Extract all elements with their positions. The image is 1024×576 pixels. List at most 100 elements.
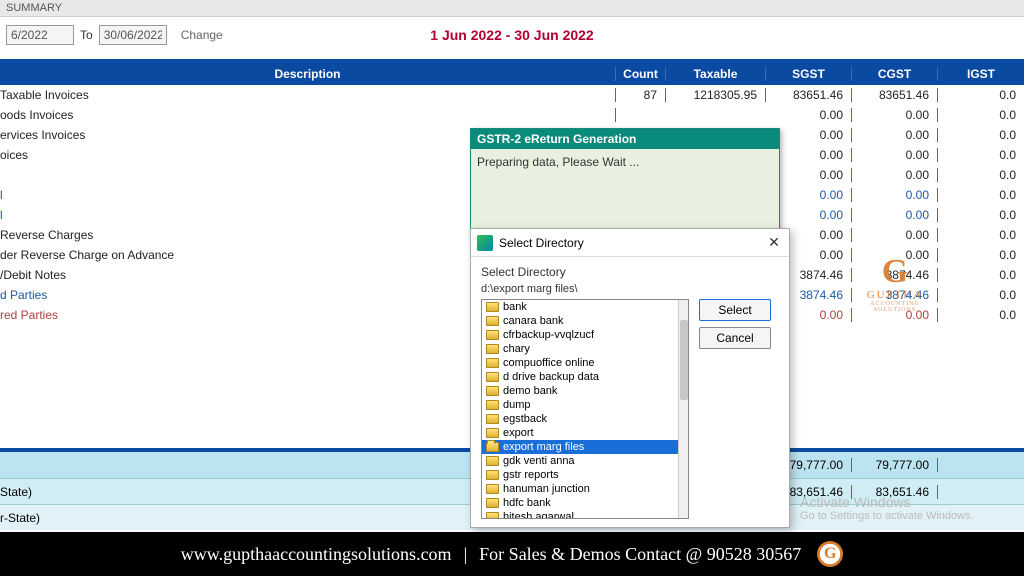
directory-item-label: egstback (503, 413, 547, 425)
select-button[interactable]: Select (699, 299, 771, 321)
directory-item[interactable]: canara bank (482, 314, 678, 328)
cell-cgst: 83651.46 (852, 88, 938, 102)
folder-icon (486, 358, 499, 368)
date-to-input[interactable] (99, 25, 167, 45)
cell-igst: 0.0 (938, 168, 1024, 182)
directory-item[interactable]: export (482, 426, 678, 440)
directory-item-label: hdfc bank (503, 497, 551, 509)
ereturn-popup: GSTR-2 eReturn Generation Preparing data… (470, 128, 780, 240)
cell-cgst: 0.00 (852, 228, 938, 242)
close-icon[interactable]: ✕ (765, 234, 783, 251)
footer-logo-icon: G (817, 541, 843, 567)
cell-cgst: 0.00 (852, 108, 938, 122)
cell-cgst: 0.00 (852, 168, 938, 182)
cell-igst: 0.0 (938, 308, 1024, 322)
scrollbar[interactable] (678, 300, 688, 518)
dialog-label: Select Directory (481, 265, 779, 279)
cell-igst: 0.0 (938, 228, 1024, 242)
cell-desc: oods Invoices (0, 108, 616, 122)
cell-igst: 0.0 (938, 148, 1024, 162)
col-igst: IGST (938, 67, 1024, 81)
directory-item[interactable]: dump (482, 398, 678, 412)
directory-item-label: hanuman junction (503, 483, 590, 495)
cell-igst: 0.0 (938, 88, 1024, 102)
folder-icon (486, 400, 499, 410)
directory-item-label: chary (503, 343, 530, 355)
col-count: Count (616, 67, 666, 81)
dialog-body: Select Directory d:\export marg files\ b… (471, 257, 789, 527)
directory-item[interactable]: chary (482, 342, 678, 356)
directory-item-label: dump (503, 399, 531, 411)
directory-item[interactable]: hitesh agarwal (482, 510, 678, 519)
cell-igst: 0.0 (938, 268, 1024, 282)
directory-item-label: cfrbackup-vvqlzucf (503, 329, 594, 341)
summary-bar: SUMMARY (0, 0, 1024, 17)
directory-item-label: bank (503, 301, 527, 313)
folder-icon (486, 330, 499, 340)
directory-item[interactable]: gdk venti anna (482, 454, 678, 468)
cancel-button[interactable]: Cancel (699, 327, 771, 349)
cell-cgst: 3874.46 (852, 268, 938, 282)
col-description: Description (0, 67, 616, 81)
cell-cgst: 0.00 (852, 188, 938, 202)
cell-igst: 0.0 (938, 288, 1024, 302)
folder-icon (486, 442, 499, 452)
footer-text: For Sales & Demos Contact @ 90528 30567 (479, 544, 801, 565)
directory-item[interactable]: export marg files (482, 440, 678, 454)
col-taxable: Taxable (666, 67, 766, 81)
directory-item[interactable]: d drive backup data (482, 370, 678, 384)
ereturn-body: Preparing data, Please Wait ... (471, 149, 779, 239)
dialog-titlebar[interactable]: Select Directory ✕ (471, 229, 789, 257)
scrollbar-thumb[interactable] (680, 320, 688, 400)
folder-icon (486, 470, 499, 480)
directory-item-label: compuoffice online (503, 357, 595, 369)
table-row[interactable]: oods Invoices0.000.000.0 (0, 105, 1024, 125)
folder-icon (486, 428, 499, 438)
cell-igst: 0.0 (938, 248, 1024, 262)
directory-item[interactable]: gstr reports (482, 468, 678, 482)
col-sgst: SGST (766, 67, 852, 81)
footer-sep: | (464, 544, 468, 565)
cell-igst: 0.0 (938, 128, 1024, 142)
folder-icon (486, 302, 499, 312)
directory-item[interactable]: bank (482, 300, 678, 314)
dialog-title: Select Directory (499, 236, 765, 250)
cell-igst: 0.0 (938, 208, 1024, 222)
dialog-buttons: Select Cancel (699, 299, 771, 519)
table-row[interactable]: Taxable Invoices871218305.9583651.468365… (0, 85, 1024, 105)
folder-icon (486, 456, 499, 466)
select-directory-dialog: Select Directory ✕ Select Directory d:\e… (470, 228, 790, 528)
cell-cgst: 0.00 (852, 248, 938, 262)
to-label: To (80, 28, 93, 42)
ereturn-title: GSTR-2 eReturn Generation (471, 129, 779, 149)
cell-cgst: 3874.46 (852, 288, 938, 302)
directory-item[interactable]: hanuman junction (482, 482, 678, 496)
directory-item[interactable]: demo bank (482, 384, 678, 398)
summary-label: SUMMARY (6, 2, 62, 14)
folder-icon (486, 316, 499, 326)
date-bar: To Change 1 Jun 2022 - 30 Jun 2022 (0, 17, 1024, 53)
date-range: 1 Jun 2022 - 30 Jun 2022 (430, 27, 593, 43)
dialog-content: bank canara bank cfrbackup-vvqlzucf chary co… (481, 299, 779, 519)
change-link[interactable]: Change (181, 28, 223, 42)
directory-item[interactable]: hdfc bank (482, 496, 678, 510)
folder-icon (486, 386, 499, 396)
directory-item[interactable]: egstback (482, 412, 678, 426)
cell-cgst: 0.00 (852, 208, 938, 222)
directory-item-label: demo bank (503, 385, 557, 397)
cell-taxable: 1218305.95 (666, 88, 766, 102)
directory-item-label: export marg files (503, 441, 584, 453)
dialog-icon (477, 235, 493, 251)
cell-igst: 0.0 (938, 188, 1024, 202)
directory-item[interactable]: cfrbackup-vvqlzucf (482, 328, 678, 342)
directory-item-label: canara bank (503, 315, 564, 327)
date-from-input[interactable] (6, 25, 74, 45)
directory-listbox[interactable]: bank canara bank cfrbackup-vvqlzucf chary co… (481, 299, 689, 519)
directory-item[interactable]: compuoffice online (482, 356, 678, 370)
folder-icon (486, 414, 499, 424)
cell-sgst: 83651.46 (766, 88, 852, 102)
folder-icon (486, 512, 499, 519)
cell-desc: Taxable Invoices (0, 88, 616, 102)
cell-count: 87 (616, 88, 666, 102)
cell-cgst: 0.00 (852, 128, 938, 142)
